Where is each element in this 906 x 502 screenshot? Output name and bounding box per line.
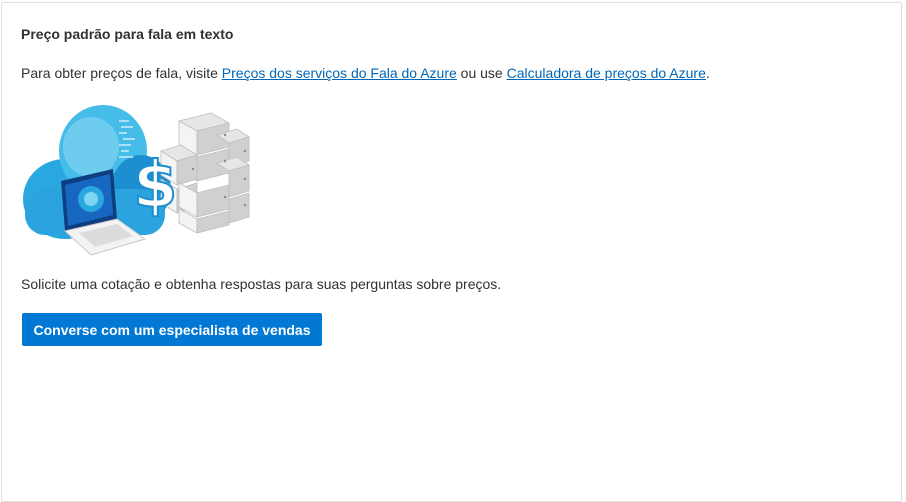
dollar-sign-icon: $ <box>132 148 179 224</box>
intro-middle: ou use <box>456 65 507 81</box>
contact-sales-button[interactable]: Converse com um especialista de vendas <box>22 313 322 346</box>
quote-request-text: Solicite uma cotação e obtenha respostas… <box>21 276 502 292</box>
intro-suffix: . <box>705 65 710 81</box>
cloud-laptop-servers-dollar-illustration: $ <box>23 105 250 256</box>
panel-title: Preço padrão para fala em texto <box>21 26 234 42</box>
intro-paragraph: Para obter preços de fala, visite Preços… <box>21 65 710 81</box>
speech-pricing-link[interactable]: Preços dos serviços do Fala do Azure <box>222 65 457 81</box>
pricing-calculator-link[interactable]: Calculadora de preços do Azure <box>507 65 706 81</box>
intro-prefix: Para obter preços de fala, visite <box>21 65 222 81</box>
pricing-panel: Preço padrão para fala em texto Para obt… <box>1 2 902 502</box>
svg-text:$: $ <box>133 149 178 223</box>
